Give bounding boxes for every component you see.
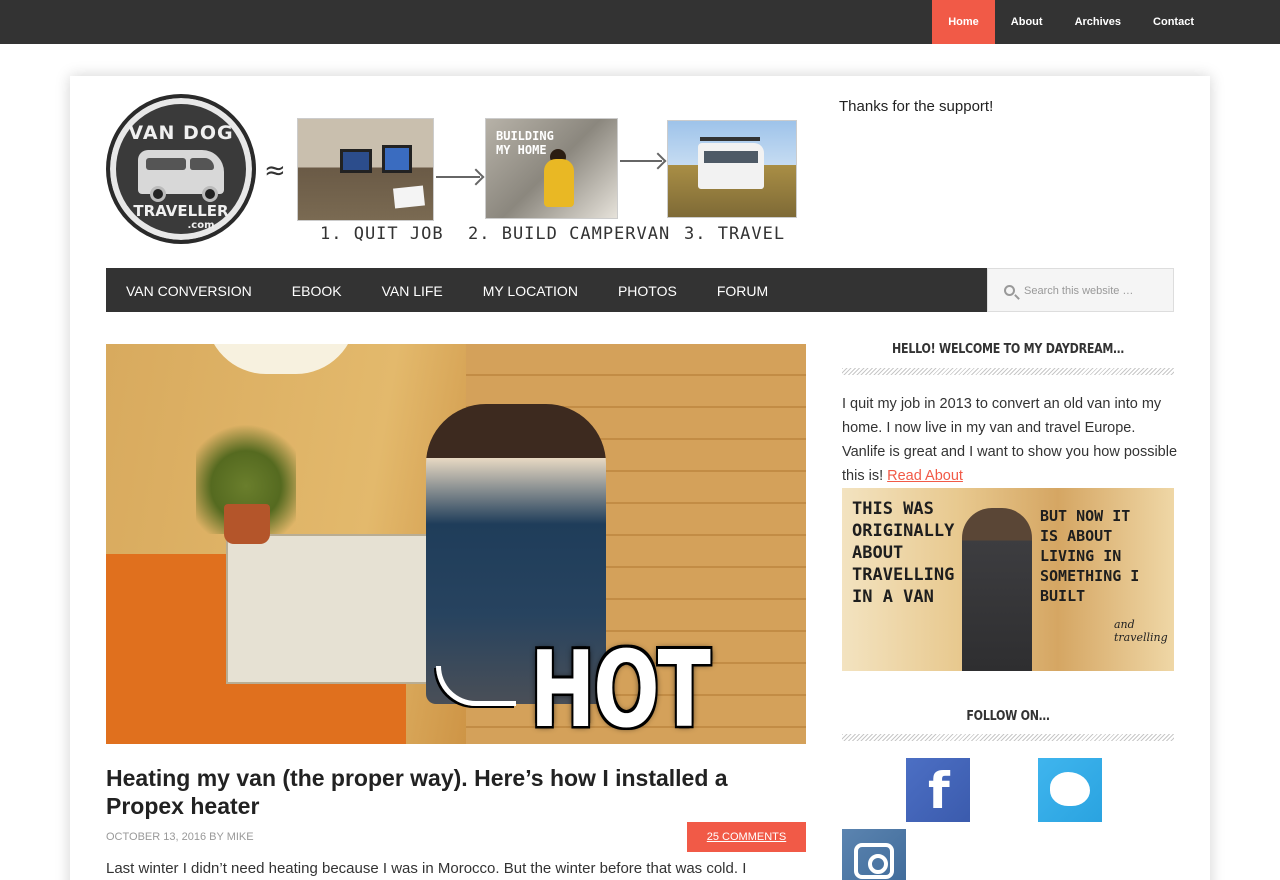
nav-item-van-conversion[interactable]: VAN CONVERSION (106, 268, 272, 312)
comments-button[interactable]: 25 COMMENTS (687, 822, 806, 852)
search-box (987, 268, 1174, 312)
featured-image[interactable]: HOT AIR (106, 344, 806, 744)
top-nav-home[interactable]: Home (932, 0, 995, 44)
arrow-right-icon (620, 160, 662, 162)
post-author[interactable]: MIKE (227, 831, 254, 843)
nav-item-van-life[interactable]: VAN LIFE (362, 268, 463, 312)
welcome-widget-title: HELLO! WELCOME TO MY DAYDREAM… (892, 342, 1124, 357)
site-container: VAN DOG TRAVELLER .com ≈ BUILDING MY HOM… (70, 76, 1210, 880)
header-banner[interactable]: VAN DOG TRAVELLER .com ≈ BUILDING MY HOM… (106, 94, 800, 254)
quit-job-photo (297, 118, 434, 221)
search-input[interactable] (1024, 279, 1164, 303)
top-nav: Home About Archives Contact (932, 0, 1210, 44)
title-divider (842, 368, 1174, 375)
nav-item-forum[interactable]: FORUM (697, 268, 788, 312)
nav-item-my-location[interactable]: MY LOCATION (463, 268, 598, 312)
promo-text-small: and travelling (1114, 618, 1168, 644)
nav-item-ebook[interactable]: EBOOK (272, 268, 362, 312)
promo-text-left: THIS WAS ORIGINALLY ABOUT TRAVELLING IN … (852, 499, 955, 607)
post-by: BY (209, 831, 224, 843)
logo-text-middle: TRAVELLER (133, 202, 229, 220)
post-date: OCTOBER 13, 2016 (106, 831, 207, 843)
main-nav: VAN CONVERSION EBOOK VAN LIFE MY LOCATIO… (106, 268, 987, 312)
follow-widget-title: FOLLOW ON… (966, 709, 1050, 724)
nav-item-photos[interactable]: PHOTOS (598, 268, 697, 312)
twitter-icon[interactable] (1038, 758, 1102, 822)
featured-image-caption: HOT AIR (530, 630, 711, 744)
site-logo[interactable]: VAN DOG TRAVELLER .com (106, 94, 256, 244)
post-meta: OCTOBER 13, 2016 BY MIKE (106, 831, 254, 843)
logo-text-top: VAN DOG (128, 122, 234, 144)
top-nav-about[interactable]: About (995, 0, 1059, 44)
wheel-icon (202, 186, 218, 202)
search-icon[interactable] (1004, 285, 1015, 296)
wheel-icon (150, 186, 166, 202)
read-about-link[interactable]: Read About (887, 468, 963, 484)
instagram-icon[interactable] (842, 829, 906, 880)
build-campervan-photo: BUILDING MY HOME (485, 118, 618, 219)
step-label-travel: 3. TRAVEL (684, 224, 786, 244)
support-text: Thanks for the support! (839, 98, 994, 115)
logo-text-bottom: .com (187, 220, 215, 231)
travel-photo (667, 120, 797, 218)
title-divider (842, 734, 1174, 741)
promo-text-right: BUT NOW IT IS ABOUT LIVING IN SOMETHING … (1040, 507, 1140, 605)
step-label-quit-job: 1. QUIT JOB (320, 224, 444, 244)
step2-overlay-text: BUILDING MY HOME (496, 129, 554, 157)
top-nav-contact[interactable]: Contact (1137, 0, 1210, 44)
top-bar: Home About Archives Contact (0, 0, 1280, 44)
promo-image[interactable]: THIS WAS ORIGINALLY ABOUT TRAVELLING IN … (842, 488, 1174, 671)
top-nav-archives[interactable]: Archives (1059, 0, 1137, 44)
welcome-text: I quit my job in 2013 to convert an old … (842, 392, 1178, 488)
step-label-build-campervan: 2. BUILD CAMPERVAN (468, 224, 671, 244)
approx-equal-icon: ≈ (264, 156, 286, 186)
post-title[interactable]: Heating my van (the proper way). Here’s … (106, 764, 806, 820)
arrow-right-icon (436, 176, 480, 178)
post-excerpt: Last winter I didn’t need heating becaus… (106, 860, 747, 877)
facebook-icon[interactable]: f (906, 758, 970, 822)
